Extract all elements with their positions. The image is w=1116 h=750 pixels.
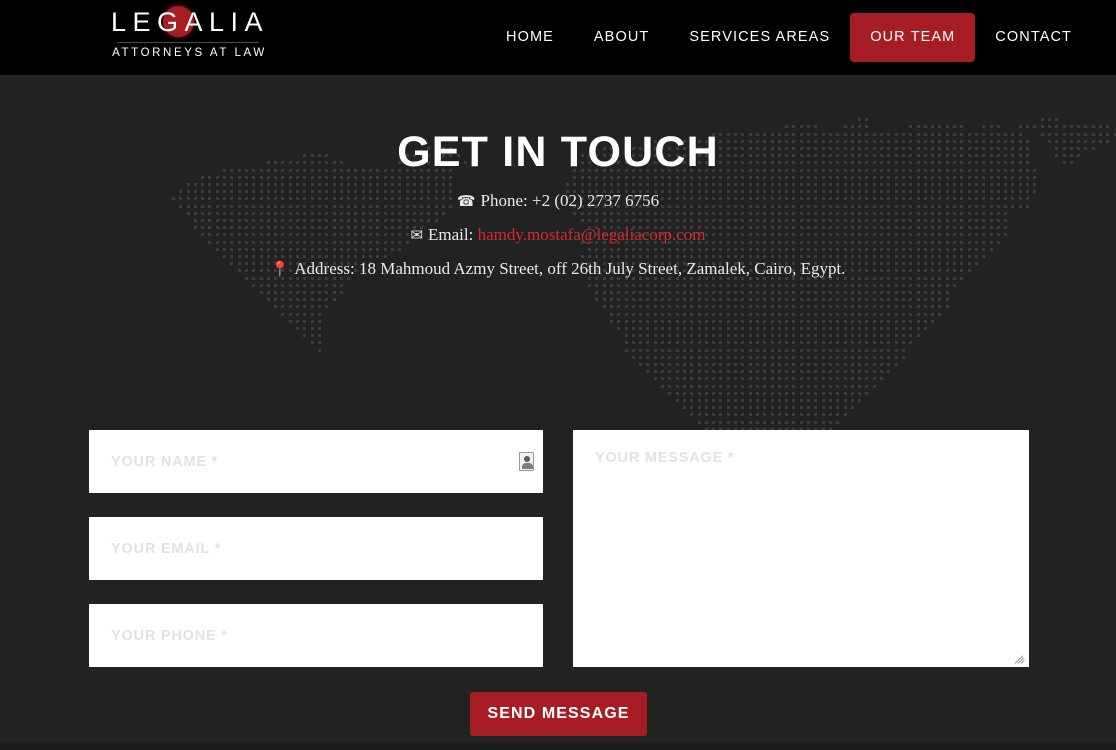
logo-letters-2: ALIA bbox=[184, 7, 270, 37]
send-message-button[interactable]: SEND MESSAGE bbox=[470, 692, 647, 736]
message-textarea[interactable] bbox=[573, 430, 1029, 667]
contact-phone-value: +2 (02) 2737 6756 bbox=[532, 191, 660, 210]
map-dot-row bbox=[0, 334, 1116, 338]
contact-phone-line: ☎ Phone: +2 (02) 2737 6756 bbox=[0, 189, 1116, 214]
map-dot-row bbox=[0, 377, 1116, 381]
page-title: GET IN TOUCH bbox=[397, 128, 719, 176]
site-header: LEGALIA ATTORNEYS AT LAW HOME ABOUT SERV… bbox=[0, 0, 1116, 75]
phone-icon: ☎ bbox=[456, 194, 476, 210]
contact-address-line: 📍 Address: 18 Mahmoud Azmy Street, off 26… bbox=[0, 257, 1116, 282]
contact-address-label: Address: bbox=[294, 259, 355, 278]
map-dot-row bbox=[0, 183, 1116, 187]
phone-input[interactable] bbox=[89, 604, 543, 667]
map-dot-row bbox=[0, 298, 1116, 302]
map-dot-row bbox=[0, 305, 1116, 309]
nav-item-contact[interactable]: CONTACT bbox=[975, 13, 1092, 62]
map-dot-row bbox=[0, 391, 1116, 396]
map-dot-row bbox=[0, 247, 1116, 252]
logo-letters-1: LE bbox=[110, 7, 157, 37]
map-dot-row bbox=[0, 370, 1116, 374]
map-dot-row bbox=[0, 399, 1116, 403]
nav-item-services-areas[interactable]: SERVICES AREAS bbox=[669, 13, 850, 62]
contact-email-line: ✉ Email: hamdy.mostafa@legaliacorp.com bbox=[0, 223, 1116, 248]
email-input[interactable] bbox=[89, 517, 543, 580]
map-dot-row bbox=[0, 413, 1116, 417]
map-dot-row bbox=[0, 355, 1116, 360]
nav-item-home[interactable]: HOME bbox=[486, 13, 574, 62]
main-navigation: HOME ABOUT SERVICES AREAS OUR TEAM CONTA… bbox=[486, 0, 1116, 75]
brand-tagline: ATTORNEYS AT LAW bbox=[112, 47, 267, 59]
map-dot-row bbox=[0, 384, 1116, 389]
contact-address-value: 18 Mahmoud Azmy Street, off 26th July St… bbox=[358, 259, 846, 278]
contact-email-link[interactable]: hamdy.mostafa@legaliacorp.com bbox=[478, 225, 706, 244]
map-dot-row bbox=[0, 363, 1116, 367]
map-dot-row bbox=[0, 312, 1116, 317]
nav-item-our-team[interactable]: OUR TEAM bbox=[850, 13, 976, 62]
map-dot-row bbox=[0, 341, 1116, 345]
map-dot-row bbox=[0, 406, 1116, 410]
map-dot-row bbox=[0, 118, 1116, 122]
nav-item-about[interactable]: ABOUT bbox=[574, 13, 669, 62]
map-pin-icon: 📍 bbox=[270, 262, 290, 278]
contact-email-label: Email: bbox=[428, 225, 474, 244]
brand-logo[interactable]: LEGALIA ATTORNEYS AT LAW bbox=[88, 5, 288, 63]
map-dot-row bbox=[0, 348, 1116, 353]
page-bottom-strip bbox=[0, 743, 1116, 750]
contact-card-icon[interactable] bbox=[519, 452, 534, 471]
map-dot-row bbox=[0, 283, 1116, 288]
envelope-icon: ✉ bbox=[410, 228, 424, 244]
map-dot-row bbox=[0, 319, 1116, 324]
logo-letter-g: G bbox=[156, 7, 185, 37]
contact-phone-label: Phone: bbox=[480, 191, 528, 210]
logo-wordmark: LEGALIA bbox=[107, 5, 269, 39]
map-dot-row bbox=[0, 420, 1116, 425]
map-dot-row bbox=[0, 291, 1116, 295]
name-input[interactable] bbox=[89, 430, 543, 493]
map-dot-row bbox=[0, 327, 1116, 331]
